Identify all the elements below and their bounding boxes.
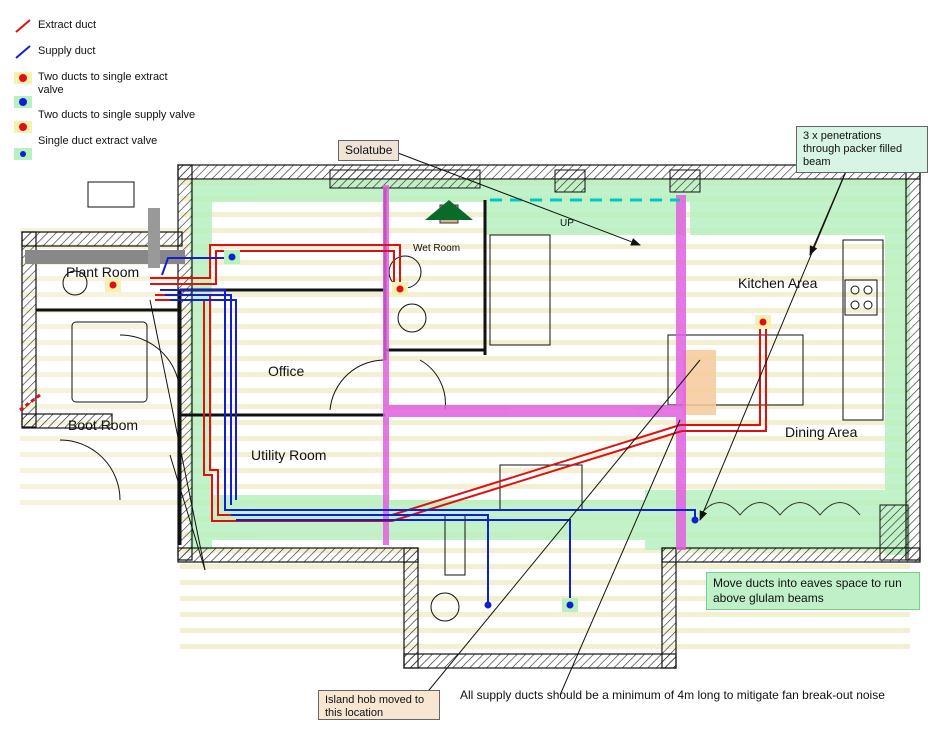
legend-double-extract-valve: Two ducts to single extract valve	[38, 71, 168, 96]
island-hob-location	[683, 350, 716, 415]
legend-extract-duct: Extract duct	[38, 19, 97, 31]
room-label-office: Office	[268, 363, 305, 379]
callout-eaves: Move ducts into eaves space to run above…	[706, 572, 920, 610]
room-label-utility-room: Utility Room	[251, 447, 327, 463]
legend-single-extract-valve: Single duct extract valve	[38, 135, 158, 147]
room-label-kitchen-area: Kitchen Area	[738, 275, 818, 291]
legend-double-supply-valve: Two ducts to single supply valve	[38, 109, 196, 121]
note-min-duct-length: All supply ducts should be a minimum of …	[460, 688, 885, 702]
room-label-boot-room: Boot Room	[68, 417, 139, 433]
vent-stack	[25, 250, 185, 264]
room-label-wet-room: Wet Room	[413, 243, 461, 254]
room-label-plant-room: Plant Room	[66, 264, 140, 280]
stair-up-label: UP	[560, 218, 574, 229]
callout-penetrations: 3 x penetrations through packer filled b…	[796, 126, 928, 173]
callout-island-hob: Island hob moved to this location	[318, 690, 440, 720]
legend-supply-duct: Supply duct	[38, 45, 96, 57]
callout-solatube: Solatube	[338, 140, 400, 161]
legend-symbols	[14, 19, 32, 160]
room-label-dining-area: Dining Area	[785, 424, 858, 440]
